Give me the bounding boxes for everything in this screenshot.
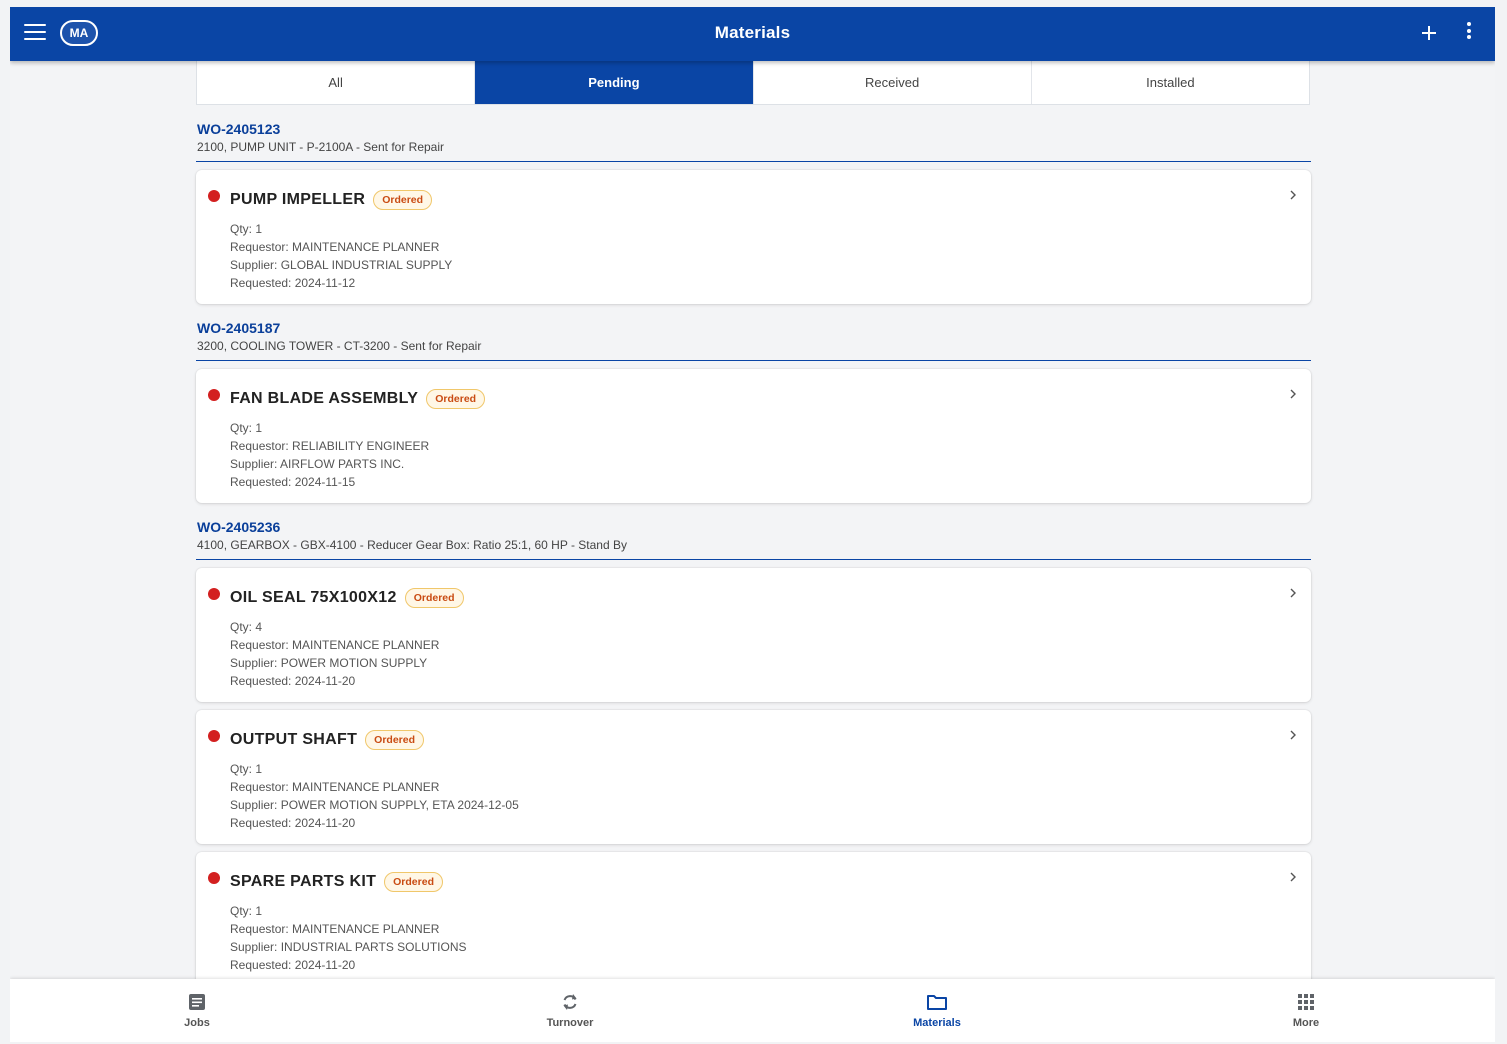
material-name: OIL SEAL 75X100X12 xyxy=(230,589,397,606)
work-order-header: WO-2405123 2100, PUMP UNIT - P-2100A - S… xyxy=(196,119,1311,162)
material-requestor: Requestor: MAINTENANCE PLANNER xyxy=(230,922,440,936)
material-qty: Qty: 1 xyxy=(230,421,263,435)
chevron-right-icon xyxy=(1289,872,1297,882)
status-dot xyxy=(208,730,220,742)
status-badge: Ordered xyxy=(426,389,486,409)
work-order-id[interactable]: WO-2405187 xyxy=(197,318,1311,338)
material-name: FAN BLADE ASSEMBLY xyxy=(230,390,419,407)
material-name: PUMP IMPELLER xyxy=(230,191,366,208)
app-frame: MA Materials All Pending Received Instal… xyxy=(10,7,1495,1042)
avatar[interactable]: MA xyxy=(60,20,98,46)
work-order-description: 3200, COOLING TOWER - CT-3200 - Sent for… xyxy=(197,339,482,353)
material-requested-date: Requested: 2024-11-15 xyxy=(230,475,356,489)
work-order-description: 2100, PUMP UNIT - P-2100A - Sent for Rep… xyxy=(197,140,445,154)
material-requestor: Requestor: MAINTENANCE PLANNER xyxy=(230,638,440,652)
material-qty: Qty: 1 xyxy=(230,222,263,236)
material-requestor: Requestor: MAINTENANCE PLANNER xyxy=(230,780,440,794)
material-name: OUTPUT SHAFT xyxy=(230,731,358,748)
work-order-id[interactable]: WO-2405236 xyxy=(197,517,1311,537)
tab-pending[interactable]: Pending xyxy=(475,61,754,104)
material-requestor: Requestor: MAINTENANCE PLANNER xyxy=(230,240,440,254)
material-supplier: Supplier: AIRFLOW PARTS INC. xyxy=(230,457,405,471)
material-qty: Qty: 1 xyxy=(230,904,263,918)
status-dot xyxy=(208,190,220,202)
nav-materials[interactable]: Materials xyxy=(877,979,997,1042)
material-supplier: Supplier: POWER MOTION SUPPLY, ETA 2024-… xyxy=(230,798,519,812)
folder-icon xyxy=(927,995,947,1010)
status-dot xyxy=(208,872,220,884)
material-card[interactable]: PUMP IMPELLER Ordered Qty: 1 Requestor: … xyxy=(196,170,1311,304)
status-badge: Ordered xyxy=(365,730,425,750)
hamburger-menu-icon[interactable] xyxy=(24,24,46,44)
nav-label: Jobs xyxy=(184,1017,210,1029)
add-icon[interactable] xyxy=(1415,19,1443,47)
material-card[interactable]: FAN BLADE ASSEMBLY Ordered Qty: 1 Reques… xyxy=(196,369,1311,503)
material-name: SPARE PARTS KIT xyxy=(230,873,377,890)
material-requestor: Requestor: RELIABILITY ENGINEER xyxy=(230,439,430,453)
material-card[interactable]: OUTPUT SHAFT Ordered Qty: 1 Requestor: M… xyxy=(196,710,1311,844)
work-order-group: WO-2405236 4100, GEARBOX - GBX-4100 - Re… xyxy=(196,517,1311,986)
more-vert-icon[interactable] xyxy=(1462,22,1476,44)
tab-received[interactable]: Received xyxy=(754,61,1032,104)
tab-all[interactable]: All xyxy=(197,61,476,104)
material-requested-date: Requested: 2024-11-20 xyxy=(230,958,356,972)
material-requested-date: Requested: 2024-11-20 xyxy=(230,816,356,830)
status-badge: Ordered xyxy=(404,588,464,608)
work-order-id[interactable]: WO-2405123 xyxy=(197,119,1311,139)
work-order-header: WO-2405236 4100, GEARBOX - GBX-4100 - Re… xyxy=(196,517,1311,560)
work-order-description: 4100, GEARBOX - GBX-4100 - Reducer Gear … xyxy=(197,538,627,552)
document-icon xyxy=(189,994,205,1010)
nav-more[interactable]: More xyxy=(1246,979,1366,1042)
tab-installed[interactable]: Installed xyxy=(1032,61,1309,104)
grid-icon xyxy=(1298,994,1314,1010)
status-badge: Ordered xyxy=(384,872,443,892)
status-dot xyxy=(208,588,220,600)
chevron-right-icon xyxy=(1289,389,1297,399)
sync-icon xyxy=(563,994,577,1010)
material-card[interactable]: SPARE PARTS KIT Ordered Qty: 1 Requestor… xyxy=(196,852,1311,986)
chevron-right-icon xyxy=(1289,588,1297,598)
work-order-group: WO-2405123 2100, PUMP UNIT - P-2100A - S… xyxy=(196,119,1311,304)
material-card[interactable]: OIL SEAL 75X100X12 Ordered Qty: 4 Reques… xyxy=(196,568,1311,702)
material-requested-date: Requested: 2024-11-20 xyxy=(230,674,356,688)
nav-label: Materials xyxy=(913,1017,961,1029)
page-title: Materials xyxy=(714,23,791,42)
bottom-navigation: Jobs Turnover Materials More xyxy=(10,979,1495,1042)
status-tabs: All Pending Received Installed xyxy=(196,61,1310,105)
nav-turnover[interactable]: Turnover xyxy=(510,979,630,1042)
status-dot xyxy=(208,389,220,401)
material-supplier: Supplier: POWER MOTION SUPPLY xyxy=(230,656,428,670)
nav-jobs[interactable]: Jobs xyxy=(137,979,257,1042)
work-order-header: WO-2405187 3200, COOLING TOWER - CT-3200… xyxy=(196,318,1311,361)
nav-label: More xyxy=(1292,1017,1320,1029)
status-badge: Ordered xyxy=(373,190,433,210)
materials-list: WO-2405123 2100, PUMP UNIT - P-2100A - S… xyxy=(196,119,1311,1000)
material-qty: Qty: 1 xyxy=(230,762,263,776)
material-supplier: Supplier: GLOBAL INDUSTRIAL SUPPLY xyxy=(230,258,453,272)
nav-label: Turnover xyxy=(546,1017,594,1029)
app-bar: MA Materials xyxy=(10,7,1495,61)
material-qty: Qty: 4 xyxy=(230,620,263,634)
material-supplier: Supplier: INDUSTRIAL PARTS SOLUTIONS xyxy=(230,940,467,954)
material-requested-date: Requested: 2024-11-12 xyxy=(230,276,356,290)
chevron-right-icon xyxy=(1289,730,1297,740)
work-order-group: WO-2405187 3200, COOLING TOWER - CT-3200… xyxy=(196,318,1311,503)
chevron-right-icon xyxy=(1289,190,1297,200)
